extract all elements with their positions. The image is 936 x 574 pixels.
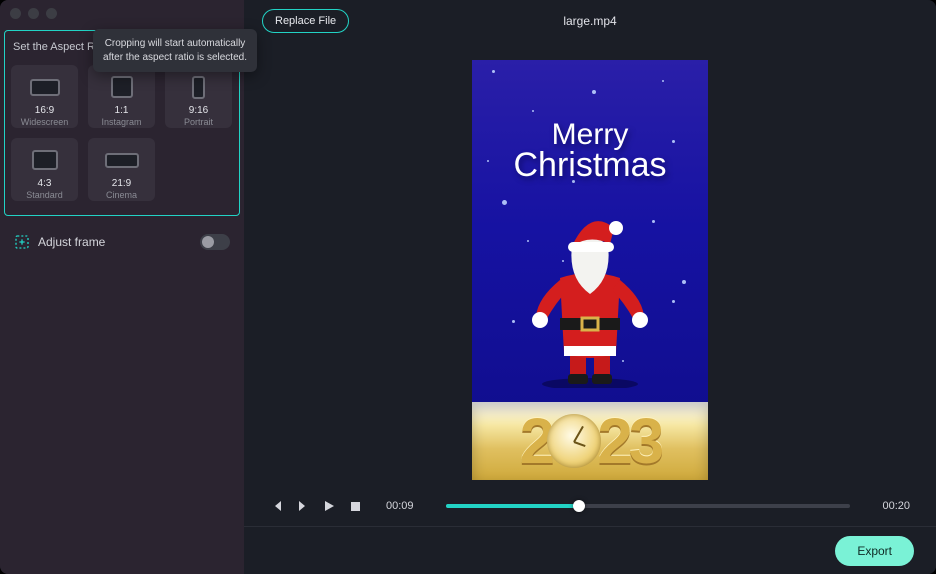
ratio-shape-icon: [111, 76, 133, 98]
santa-figure: [530, 198, 650, 388]
timeline-handle[interactable]: [573, 500, 585, 512]
prev-frame-button[interactable]: [270, 499, 284, 513]
next-frame-button[interactable]: [296, 499, 310, 513]
app-window: Set the Aspect Ratio Cropping will start…: [0, 0, 936, 574]
aspect-ratio-grid: 16:9 Widescreen 1:1 Instagram 9:16 Portr…: [11, 65, 233, 201]
video-greeting-text: Merry Christmas: [472, 120, 708, 182]
ratio-shape-icon: [192, 76, 205, 99]
year-clock-icon: [547, 414, 601, 468]
year-digit: 2: [597, 404, 629, 478]
video-preview[interactable]: Merry Christmas: [472, 60, 708, 480]
aspect-ratio-sub: Standard: [26, 190, 63, 200]
ratio-shape-icon: [32, 150, 58, 170]
ratio-shape-icon: [30, 79, 60, 96]
aspect-ratio-panel: Set the Aspect Ratio Cropping will start…: [4, 30, 240, 216]
aspect-tile-9-16[interactable]: 9:16 Portrait: [165, 65, 232, 128]
aspect-ratio-sub: Instagram: [101, 117, 141, 127]
adjust-frame-label: Adjust frame: [38, 235, 105, 249]
stop-button[interactable]: [348, 499, 362, 513]
aspect-ratio-sub: Cinema: [106, 190, 137, 200]
adjust-frame-row: Adjust frame: [0, 216, 244, 250]
sidebar: Set the Aspect Ratio Cropping will start…: [0, 0, 244, 574]
aspect-tile-16-9[interactable]: 16:9 Widescreen: [11, 65, 78, 128]
aspect-ratio-label: 9:16: [189, 105, 208, 116]
replace-file-button[interactable]: Replace File: [262, 9, 349, 33]
aspect-ratio-sub: Portrait: [184, 117, 213, 127]
aspect-tooltip: Cropping will start automatically after …: [93, 29, 257, 72]
ratio-shape-icon: [105, 153, 139, 168]
timeline-progress: [446, 504, 580, 508]
video-year-band: 2 2 3: [472, 402, 708, 480]
play-button[interactable]: [322, 499, 336, 513]
aspect-tile-4-3[interactable]: 4:3 Standard: [11, 138, 78, 201]
adjust-frame-toggle[interactable]: [200, 234, 230, 250]
aspect-ratio-label: 21:9: [112, 178, 131, 189]
close-window-button[interactable]: [10, 8, 21, 19]
aspect-ratio-label: 4:3: [38, 178, 52, 189]
total-time: 00:20: [882, 500, 910, 512]
aspect-tile-1-1[interactable]: 1:1 Instagram: [88, 65, 155, 128]
main-header: Replace File large.mp4: [244, 0, 936, 42]
footer: Export: [244, 526, 936, 574]
year-digit: 3: [629, 404, 661, 478]
transport-bar: 00:09 00:20: [244, 486, 936, 526]
video-greeting-line2: Christmas: [472, 148, 708, 182]
toggle-knob: [202, 236, 214, 248]
aspect-ratio-label: 16:9: [35, 105, 54, 116]
minimize-window-button[interactable]: [28, 8, 39, 19]
adjust-frame-icon: [14, 234, 30, 250]
current-time: 00:09: [386, 500, 414, 512]
main-panel: Replace File large.mp4: [244, 0, 936, 574]
timeline-scrubber[interactable]: [446, 504, 851, 508]
aspect-ratio-sub: Widescreen: [21, 117, 69, 127]
video-preview-area: Merry Christmas: [244, 42, 936, 478]
aspect-ratio-label: 1:1: [115, 105, 129, 116]
window-controls: [10, 8, 57, 19]
export-button[interactable]: Export: [835, 536, 914, 566]
aspect-tile-21-9[interactable]: 21:9 Cinema: [88, 138, 155, 201]
maximize-window-button[interactable]: [46, 8, 57, 19]
